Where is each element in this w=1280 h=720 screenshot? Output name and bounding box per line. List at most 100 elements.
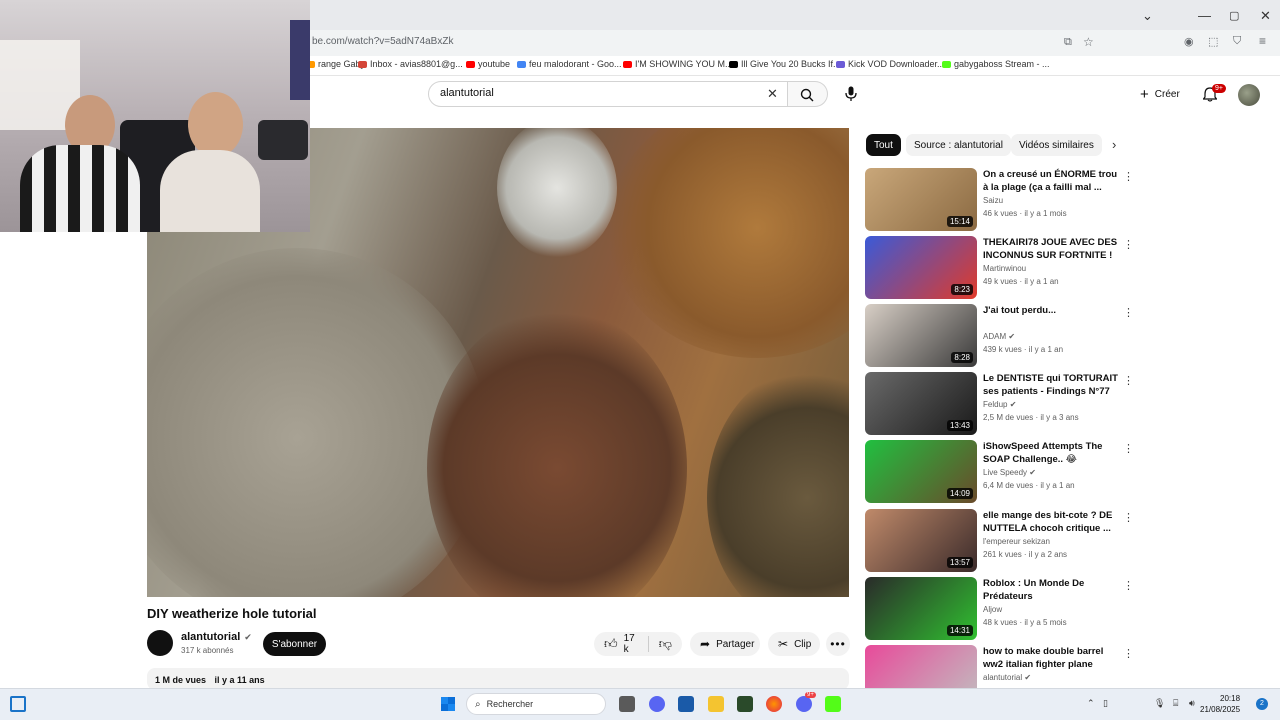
- like-count[interactable]: 17 k: [624, 633, 638, 655]
- url-text[interactable]: be.com/watch?v=5adN74aBxZk: [312, 36, 453, 47]
- recommendation-channel-name[interactable]: l'empereur sekizan: [983, 537, 1050, 546]
- recommendation-title[interactable]: how to make double barrel ww2 italian fi…: [983, 645, 1119, 671]
- recommendation-title[interactable]: J'ai tout perdu...: [983, 304, 1119, 317]
- firefox-icon[interactable]: [766, 696, 782, 712]
- channel-name[interactable]: alantutorial ✔: [181, 631, 252, 643]
- menu-icon[interactable]: ≡: [1259, 34, 1266, 48]
- video-thumbnail[interactable]: 8:23: [865, 236, 977, 299]
- clip-button[interactable]: ✂ Clip: [768, 632, 820, 656]
- discord-icon[interactable]: [796, 696, 812, 712]
- recommendation-channel-name[interactable]: Saizu: [983, 196, 1003, 205]
- recommendation-channel-name[interactable]: alantutorial: [983, 673, 1022, 682]
- thumbs-up-icon[interactable]: 👍︎: [604, 636, 618, 652]
- search-input[interactable]: [440, 87, 760, 99]
- bookmark-item[interactable]: gabygaboss Stream - ...: [942, 59, 1050, 69]
- recommendation-item[interactable]: 14:31 Roblox : Un Monde De Prédateurs Aljo…: [865, 577, 1135, 641]
- battery-icon[interactable]: ▯: [1103, 698, 1108, 709]
- voice-search-button[interactable]: [838, 81, 864, 107]
- recommendation-title[interactable]: Le DENTISTE qui TORTURAIT ses patients -…: [983, 372, 1119, 398]
- minimize-icon[interactable]: —: [1198, 8, 1211, 23]
- video-thumbnail[interactable]: 15:14: [865, 168, 977, 231]
- notification-center-icon[interactable]: 2: [1256, 698, 1268, 710]
- recommendation-item[interactable]: 8:23 THEKAIRI78 JOUE AVEC DES INCONNUS SU…: [865, 236, 1135, 300]
- more-vertical-icon[interactable]: ⋮: [1123, 170, 1134, 183]
- subscribe-button[interactable]: S'abonner: [263, 632, 326, 656]
- more-vertical-icon[interactable]: ⋮: [1123, 579, 1134, 592]
- tray-chevron-up-icon[interactable]: ⌃: [1087, 698, 1095, 709]
- video-thumbnail[interactable]: 14:09: [865, 440, 977, 503]
- chat-icon[interactable]: [649, 696, 665, 712]
- file-explorer-icon[interactable]: [708, 696, 724, 712]
- recommendation-item[interactable]: how to make double barrel ww2 italian fi…: [865, 645, 1135, 688]
- description-box[interactable]: 1 M de vues il y a 11 ans: [147, 668, 849, 690]
- video-thumbnail[interactable]: 14:31: [865, 577, 977, 640]
- windows-start-icon[interactable]: [441, 697, 455, 711]
- restore-icon[interactable]: ▢: [1229, 9, 1239, 22]
- video-thumbnail[interactable]: 8:28: [865, 304, 977, 367]
- recommendation-title[interactable]: On a creusé un ÉNORME trou à la plage (ç…: [983, 168, 1119, 194]
- search-box[interactable]: ✕: [428, 81, 788, 107]
- recommendation-channel[interactable]: Aljow: [983, 605, 1002, 614]
- video-thumbnail[interactable]: 13:57: [865, 509, 977, 572]
- taskbar-search[interactable]: ⌕ Rechercher: [466, 693, 606, 715]
- bookmark-item[interactable]: Inbox - avias8801@g...: [358, 59, 463, 69]
- more-vertical-icon[interactable]: ⋮: [1123, 374, 1134, 387]
- recommendation-channel-name[interactable]: Live Speedy: [983, 468, 1027, 477]
- chip-all[interactable]: Tout: [866, 134, 901, 156]
- recommendation-item[interactable]: 13:57 elle mange des bit-cote ? DE NUTTEL…: [865, 509, 1135, 573]
- recommendation-channel-name[interactable]: Aljow: [983, 605, 1002, 614]
- kick-app-icon[interactable]: [825, 696, 841, 712]
- share-button[interactable]: ➦ Partager: [690, 632, 760, 656]
- channel-avatar[interactable]: [147, 630, 173, 656]
- bookmark-star-icon[interactable]: ☆: [1083, 35, 1094, 49]
- recommendation-channel[interactable]: ADAM ✔: [983, 332, 1015, 341]
- recommendation-channel[interactable]: alantutorial ✔: [983, 673, 1031, 682]
- recommendation-title[interactable]: Roblox : Un Monde De Prédateurs: [983, 577, 1119, 603]
- widgets-icon[interactable]: [10, 696, 26, 712]
- bookmark-item[interactable]: Ill Give You 20 Bucks If...: [729, 59, 841, 69]
- search-button[interactable]: [788, 81, 828, 107]
- more-vertical-icon[interactable]: ⋮: [1123, 238, 1134, 251]
- bookmark-item[interactable]: youtube: [466, 59, 510, 69]
- minecraft-icon[interactable]: [737, 696, 753, 712]
- user-avatar[interactable]: [1238, 84, 1260, 106]
- recommendation-channel[interactable]: Martinwinou: [983, 264, 1026, 273]
- recommendation-channel-name[interactable]: ADAM: [983, 332, 1006, 341]
- recommendation-item[interactable]: 14:09 iShowSpeed Attempts The SOAP Challe…: [865, 440, 1135, 504]
- create-button[interactable]: + Créer: [1132, 81, 1192, 107]
- chip-source[interactable]: Source : alantutorial: [906, 134, 1011, 156]
- recommendation-item[interactable]: 15:14 On a creusé un ÉNORME trou à la pla…: [865, 168, 1135, 232]
- translate-icon[interactable]: ⧉: [1064, 36, 1072, 49]
- clear-search-icon[interactable]: ✕: [767, 86, 778, 102]
- more-vertical-icon[interactable]: ⋮: [1123, 511, 1134, 524]
- recommendation-channel[interactable]: Live Speedy ✔: [983, 468, 1036, 477]
- video-thumbnail[interactable]: [865, 645, 977, 688]
- recommendation-channel[interactable]: Saizu: [983, 196, 1003, 205]
- recommendation-channel[interactable]: l'empereur sekizan: [983, 537, 1050, 546]
- tray-microphone-icon[interactable]: 🎙︎: [1154, 698, 1165, 709]
- bookmark-item[interactable]: I'M SHOWING YOU M...: [623, 59, 733, 69]
- shield-icon[interactable]: ⛉: [1233, 35, 1241, 48]
- more-actions-button[interactable]: •••: [826, 632, 850, 656]
- tab-list-icon[interactable]: ⌄: [1142, 8, 1153, 24]
- close-window-icon[interactable]: ✕: [1260, 8, 1271, 24]
- video-thumbnail[interactable]: 13:43: [865, 372, 977, 435]
- recommendation-channel[interactable]: Feldup ✔: [983, 400, 1016, 409]
- thumbs-down-icon[interactable]: 👎︎: [659, 636, 672, 652]
- more-vertical-icon[interactable]: ⋮: [1123, 306, 1134, 319]
- account-icon[interactable]: ◉: [1184, 35, 1194, 48]
- taskbar-clock[interactable]: 20:18 21/08/2025: [1200, 693, 1240, 715]
- volume-icon[interactable]: 🔊︎: [1189, 698, 1195, 709]
- bookmark-item[interactable]: feu malodorant - Goo...: [517, 59, 622, 69]
- task-view-icon[interactable]: [619, 696, 635, 712]
- chip-similar[interactable]: Vidéos similaires: [1011, 134, 1102, 156]
- extensions-icon[interactable]: ⬚: [1208, 35, 1218, 48]
- chevron-right-icon[interactable]: ›: [1112, 137, 1116, 152]
- visual-studio-icon[interactable]: [678, 696, 694, 712]
- bookmark-item[interactable]: Kick VOD Downloader...: [836, 59, 945, 69]
- recommendation-channel-name[interactable]: Feldup: [983, 400, 1007, 409]
- recommendation-title[interactable]: elle mange des bit-cote ? DE NUTTELA cho…: [983, 509, 1119, 535]
- more-vertical-icon[interactable]: ⋮: [1123, 442, 1134, 455]
- recommendation-channel-name[interactable]: Martinwinou: [983, 264, 1026, 273]
- recommendation-item[interactable]: 13:43 Le DENTISTE qui TORTURAIT ses patie…: [865, 372, 1135, 436]
